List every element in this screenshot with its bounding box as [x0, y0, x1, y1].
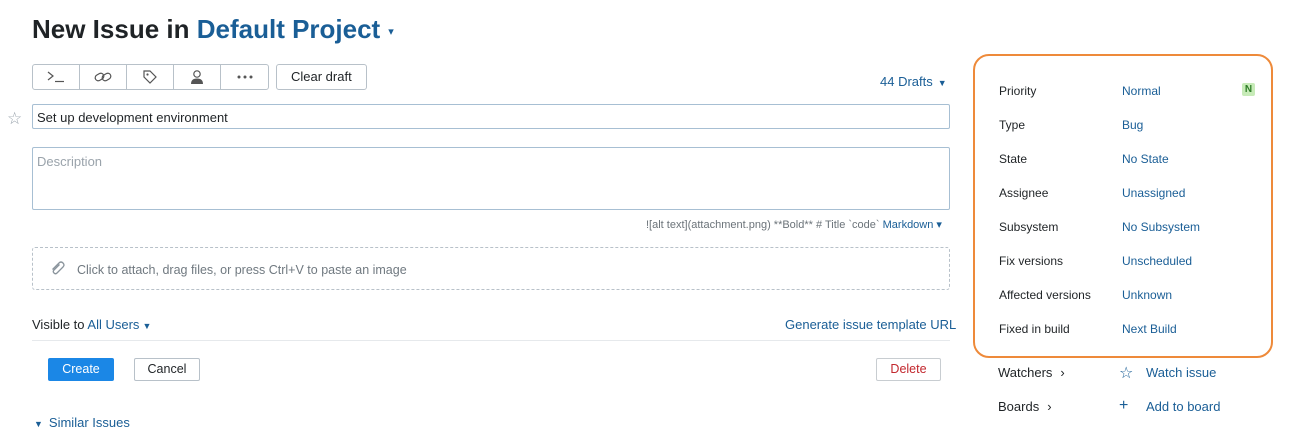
command-button[interactable] — [33, 65, 80, 89]
user-icon — [191, 70, 203, 84]
assign-user-button[interactable] — [174, 65, 221, 89]
field-value[interactable]: Bug — [1122, 117, 1143, 133]
markdown-hint: ![alt text](attachment.png) **Bold** # T… — [646, 218, 942, 231]
link-button[interactable] — [80, 65, 127, 89]
field-value[interactable]: Unassigned — [1122, 185, 1185, 201]
attachment-dropzone[interactable]: Click to attach, drag files, or press Ct… — [32, 247, 950, 290]
chevron-right-icon: › — [1047, 399, 1052, 414]
more-button[interactable] — [221, 65, 268, 89]
similar-issues-toggle[interactable]: ▼ Similar Issues — [34, 415, 130, 430]
drafts-label: 44 Drafts — [880, 74, 933, 89]
project-selector[interactable]: Default Project — [197, 14, 381, 44]
delete-button[interactable]: Delete — [876, 358, 941, 381]
editor-toolbar — [32, 64, 269, 90]
more-icon — [237, 75, 252, 79]
visibility-dropdown[interactable]: All Users — [87, 317, 139, 332]
priority-badge: N — [1242, 83, 1255, 96]
field-label: Type — [999, 118, 1026, 132]
field-value[interactable]: Unscheduled — [1122, 253, 1192, 269]
cancel-button[interactable]: Cancel — [134, 358, 200, 381]
visibility-control: Visible to All Users ▼ — [32, 317, 151, 332]
markdown-label: Markdown — [882, 219, 934, 231]
command-icon — [47, 71, 64, 83]
chevron-down-icon: ▼ — [142, 321, 152, 331]
star-icon[interactable]: ☆ — [7, 109, 22, 129]
generate-template-url-link[interactable]: Generate issue template URL — [785, 317, 956, 332]
chevron-down-icon[interactable]: ▾ — [388, 26, 394, 38]
field-value[interactable]: Normal — [1122, 83, 1161, 99]
boards-toggle[interactable]: Boards › — [998, 399, 1052, 414]
attach-text: Click to attach, drag files, or press Ct… — [77, 263, 407, 277]
divider — [32, 340, 950, 341]
field-label: Affected versions — [999, 288, 1091, 302]
field-label: Subsystem — [999, 220, 1059, 234]
plus-icon[interactable]: + — [1119, 397, 1128, 415]
markdown-syntax-hint: ![alt text](attachment.png) **Bold** # T… — [646, 219, 880, 231]
chevron-down-icon: ▼ — [937, 78, 947, 88]
create-button[interactable]: Create — [48, 358, 114, 381]
paperclip-icon — [49, 260, 65, 279]
watchers-label: Watchers — [998, 365, 1053, 380]
chevron-down-icon: ▼ — [34, 419, 43, 429]
title-prefix: New Issue in — [32, 14, 190, 44]
link-icon — [94, 72, 112, 82]
star-icon[interactable]: ☆ — [1119, 363, 1133, 383]
field-label: Assignee — [999, 186, 1049, 200]
watch-issue-link[interactable]: Watch issue — [1146, 365, 1216, 380]
field-label: Fixed in build — [999, 322, 1070, 336]
field-label: Priority — [999, 84, 1037, 98]
page-title: New Issue in Default Project ▾ — [32, 14, 394, 45]
add-to-board-link[interactable]: Add to board — [1146, 399, 1220, 414]
tag-icon — [143, 70, 157, 84]
field-label: State — [999, 152, 1028, 166]
watchers-row: Watchers › ☆ Watch issue — [998, 365, 1216, 382]
summary-input[interactable]: Set up development environment — [32, 104, 950, 129]
markdown-selector[interactable]: Markdown ▾ — [883, 219, 942, 231]
boards-row: Boards › + Add to board — [998, 397, 1220, 414]
field-label: Fix versions — [999, 254, 1064, 268]
issue-fields-panel: Priority Normal N Type Bug State No State A… — [973, 54, 1273, 358]
similar-issues-label: Similar Issues — [48, 415, 130, 430]
description-field[interactable]: Description — [32, 147, 950, 210]
field-value[interactable]: Next Build — [1122, 321, 1177, 337]
boards-label: Boards — [998, 399, 1040, 414]
field-value[interactable]: No State — [1122, 151, 1169, 167]
drafts-dropdown[interactable]: 44 Drafts ▼ — [880, 74, 947, 89]
field-value[interactable]: No Subsystem — [1122, 219, 1200, 235]
chevron-right-icon: › — [1060, 365, 1065, 380]
watchers-toggle[interactable]: Watchers › — [998, 365, 1065, 380]
field-value[interactable]: Unknown — [1122, 287, 1172, 303]
clear-draft-button[interactable]: Clear draft — [276, 64, 367, 90]
visible-to-label: Visible to — [32, 317, 85, 332]
tag-button[interactable] — [127, 65, 174, 89]
